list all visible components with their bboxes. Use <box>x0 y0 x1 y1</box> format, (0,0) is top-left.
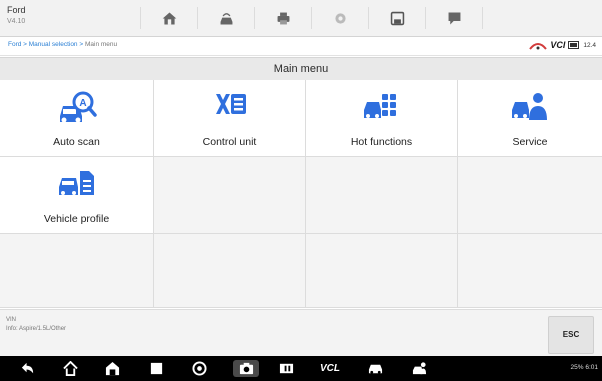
home-outline-icon <box>62 361 78 376</box>
menu-tile-vehicle-profile[interactable]: Vehicle profile <box>0 157 154 234</box>
empty-tile <box>306 234 458 308</box>
toolbar-divider <box>368 7 369 29</box>
browser-icon <box>191 361 207 376</box>
empty-tile <box>154 234 306 308</box>
home-icon <box>162 12 176 24</box>
data-logging-button[interactable] <box>428 5 480 31</box>
menu-tile-hot-functions[interactable]: Hot functions <box>306 80 458 157</box>
breadcrumb-bar: Ford > Manual selection > Main menu VCI … <box>0 37 602 56</box>
display-mode-button[interactable] <box>277 360 295 377</box>
system-navigation-bar: VCL 25% 6:01 <box>0 356 602 381</box>
breadcrumb: Ford > Manual selection > Main menu <box>8 41 117 48</box>
vehicle-info: VIN Info: Aspire/1.5L/Other <box>6 316 66 334</box>
service-nav-button[interactable] <box>410 360 428 377</box>
vehicle-info-text: Info: Aspire/1.5L/Other <box>6 326 67 332</box>
empty-tile <box>306 157 458 234</box>
vci-manager-button[interactable]: VCL <box>317 360 343 377</box>
message-icon <box>448 12 460 24</box>
battery-voltage: 12.4 <box>583 41 596 49</box>
car-icon <box>368 364 382 374</box>
menu-tile-label: Control unit <box>202 136 257 148</box>
empty-tile <box>458 234 602 308</box>
service-icon <box>512 93 547 120</box>
vci-label: VCI <box>550 40 566 50</box>
display-mode-icon <box>279 363 293 374</box>
svg-text:A: A <box>79 98 86 109</box>
toolbar-divider <box>254 7 255 29</box>
save-icon <box>390 11 404 25</box>
menu-tile-label: Hot functions <box>350 136 413 148</box>
signal-icon <box>529 42 548 50</box>
menu-tile-label: Vehicle profile <box>43 213 110 225</box>
vehicle-info-bar: VIN Info: Aspire/1.5L/Other ESC <box>0 309 602 357</box>
hot-functions-icon <box>363 94 396 118</box>
browser-button[interactable] <box>190 360 208 377</box>
menu-tile-control-unit[interactable]: Control unit <box>154 80 306 157</box>
page-title: Main menu <box>0 57 602 81</box>
breadcrumb-current: Main menu <box>84 41 118 48</box>
app-title: Ford V4.10 <box>7 4 26 28</box>
back-arrow-icon <box>21 362 33 374</box>
square-icon <box>150 362 162 375</box>
house-icon <box>105 361 119 376</box>
home-button[interactable] <box>143 5 195 31</box>
camera-icon <box>239 362 253 375</box>
main-menu-grid: A Auto scan Control unit Hot functions S… <box>0 80 602 308</box>
control-unit-icon <box>215 94 246 114</box>
auto-scan-icon: A <box>59 91 97 123</box>
empty-tile <box>0 234 154 308</box>
gear-icon <box>334 12 346 24</box>
vci-status: VCI 12.4 <box>529 40 596 50</box>
screenshot-button[interactable] <box>233 360 259 377</box>
empty-tile <box>154 157 306 234</box>
system-status: 25% 6:01 <box>570 364 598 371</box>
esc-button[interactable]: ESC <box>548 316 594 354</box>
toolbar-divider <box>197 7 198 29</box>
toolbar-divider <box>425 7 426 29</box>
menu-tile-label: Auto scan <box>53 136 100 148</box>
print-button[interactable] <box>257 5 309 31</box>
recent-apps-button[interactable] <box>147 360 165 377</box>
car-swap-icon <box>220 12 232 24</box>
vin-label: VIN <box>6 317 17 323</box>
empty-tile <box>458 157 602 234</box>
vehicle-swap-button[interactable] <box>200 5 252 31</box>
vcl-label: VCL <box>320 363 340 374</box>
home-nav-button[interactable] <box>61 360 79 377</box>
settings-button[interactable] <box>314 5 366 31</box>
breadcrumb-trail[interactable]: Ford > Manual selection > <box>8 41 85 48</box>
autel-home-button[interactable] <box>103 360 121 377</box>
vehicle-profile-icon <box>58 171 94 195</box>
toolbar-divider <box>311 7 312 29</box>
menu-tile-service[interactable]: Service <box>458 80 602 157</box>
top-toolbar: Ford V4.10 <box>0 0 602 37</box>
menu-tile-label: Service <box>512 136 548 148</box>
app-version: V4.10 <box>7 18 26 25</box>
vehicle-button[interactable] <box>366 360 384 377</box>
car-service-icon <box>412 362 426 375</box>
app-name: Ford <box>7 5 26 15</box>
toolbar-divider <box>140 7 141 29</box>
battery-icon <box>568 41 580 49</box>
toolbar-divider <box>482 7 483 29</box>
menu-tile-auto-scan[interactable]: A Auto scan <box>0 80 154 157</box>
save-button[interactable] <box>371 5 423 31</box>
back-button[interactable] <box>18 360 36 377</box>
printer-icon <box>277 12 289 24</box>
